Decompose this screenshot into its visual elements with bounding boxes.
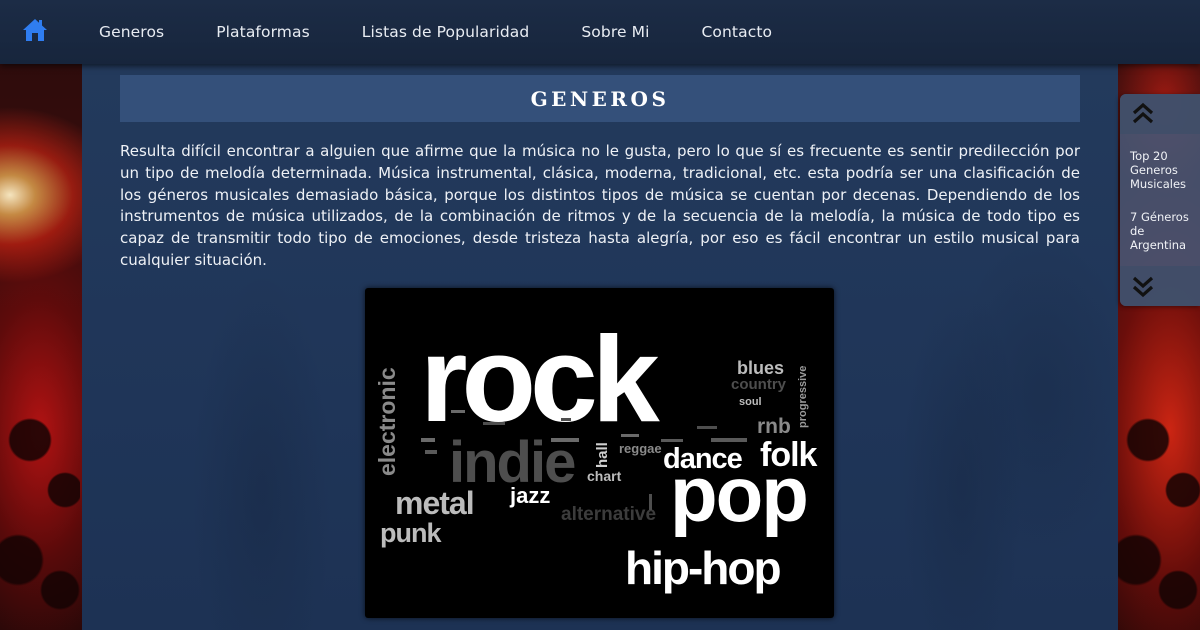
filler-mark: [621, 434, 639, 437]
word-dance: dance: [663, 443, 743, 475]
nav-item-contacto[interactable]: Contacto: [702, 23, 773, 41]
word-jazz: jazz: [509, 483, 550, 508]
word-metal: metal: [395, 485, 474, 521]
filler-mark: [561, 418, 571, 421]
word-rnb: rnb: [757, 415, 791, 438]
filler-mark: [421, 438, 435, 442]
top-navbar: Generos Plataformas Listas de Popularida…: [0, 0, 1200, 64]
side-link-7-generos-argentina[interactable]: 7 Géneros de Argentina: [1130, 210, 1198, 252]
main-content: GENEROS Resulta difícil encontrar a algu…: [82, 64, 1118, 630]
filler-mark: [697, 426, 717, 429]
nav-item-listas-de-popularidad[interactable]: Listas de Popularidad: [362, 23, 530, 41]
word-hall: hall: [594, 442, 611, 468]
intro-paragraph: Resulta difícil encontrar a alguien que …: [120, 142, 1080, 269]
side-quick-menu: Top 20 Generos Musicales 7 Géneros de Ar…: [1120, 94, 1200, 306]
nav-menu: Generos Plataformas Listas de Popularida…: [99, 0, 824, 64]
side-link-top-20-generos[interactable]: Top 20 Generos Musicales: [1130, 149, 1198, 191]
word-country: country: [731, 376, 787, 393]
genre-word-cloud-image: rock indie pop hip-hop folk dance metal …: [365, 288, 834, 618]
filler-mark: [483, 422, 505, 425]
scroll-down-button[interactable]: [1120, 266, 1200, 306]
word-reggae: reggae: [619, 441, 662, 456]
word-hip-hop: hip-hop: [625, 542, 780, 594]
word-alternative: alternative: [561, 504, 656, 525]
crowd-silhouette-right: [1118, 330, 1200, 630]
word-soul: soul: [739, 396, 762, 408]
word-rock: rock: [420, 311, 660, 447]
word-blues: blues: [737, 358, 784, 378]
word-progressive: progressive: [797, 366, 809, 428]
filler-mark: [451, 410, 465, 413]
nav-item-plataformas[interactable]: Plataformas: [216, 23, 310, 41]
filler-mark: [661, 439, 683, 442]
crowd-silhouette-left: [0, 330, 80, 630]
nav-item-sobre-mi[interactable]: Sobre Mi: [581, 23, 649, 41]
filler-mark: [649, 494, 652, 510]
page-title: GENEROS: [530, 86, 670, 111]
word-electronic: electronic: [374, 367, 400, 476]
filler-mark: [551, 438, 579, 442]
home-icon[interactable]: [22, 18, 48, 42]
word-folk: folk: [760, 436, 818, 474]
filler-mark: [425, 450, 437, 454]
filler-mark: [711, 438, 747, 442]
section-title-bar: GENEROS: [120, 75, 1080, 122]
word-chart: chart: [587, 468, 622, 484]
nav-item-generos[interactable]: Generos: [99, 23, 164, 41]
word-punk: punk: [380, 518, 442, 548]
scroll-up-button[interactable]: [1120, 94, 1200, 134]
